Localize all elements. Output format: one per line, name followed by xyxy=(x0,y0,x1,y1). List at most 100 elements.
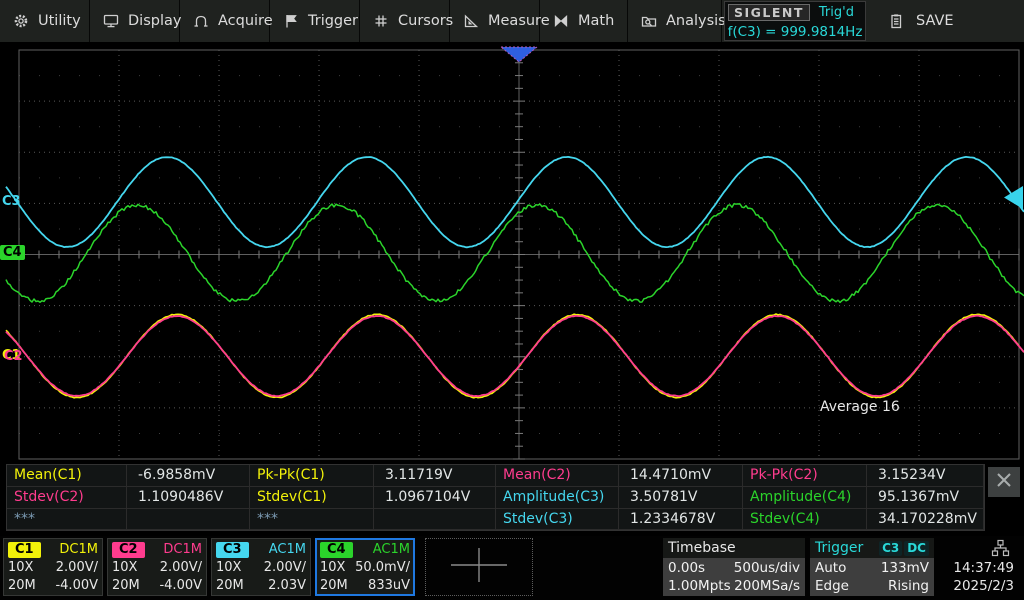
channel-offset: 833uV xyxy=(368,578,410,593)
channel-offset-marker-c2[interactable]: C2 xyxy=(4,349,23,364)
clock-time: 14:37:49 xyxy=(953,560,1014,576)
measurement-label: Stdev(C1) xyxy=(250,487,374,509)
clock-date: 2025/2/3 xyxy=(953,578,1014,594)
trigger-mode: Auto xyxy=(815,560,846,576)
channel-coupling: AC1M xyxy=(373,542,410,557)
display-icon xyxy=(103,13,119,29)
trigger-state-indicator: Trig'd xyxy=(819,5,854,20)
timebase-sample-rate: 200MSa/s xyxy=(734,578,800,594)
waveform-c1 xyxy=(6,314,1024,398)
timebase-scale: 500us/div xyxy=(734,560,800,576)
trigger-coupling-chip: DC xyxy=(904,541,929,556)
channel-probe: 10X xyxy=(112,560,137,575)
menu-item-analysis[interactable]: Analysis xyxy=(628,0,722,42)
add-channel-slot[interactable] xyxy=(425,538,533,596)
timebase-delay: 0.00s xyxy=(668,560,705,576)
math-icon xyxy=(553,13,569,29)
trigger-slope: Rising xyxy=(888,578,929,594)
measurement-value: 95.1367mV xyxy=(867,487,984,509)
channel-bandwidth: 20M xyxy=(8,578,36,593)
channel-bandwidth: 20M xyxy=(112,578,140,593)
channel-probe: 10X xyxy=(216,560,241,575)
timebase-panel[interactable]: Timebase 0.00s 500us/div 1.00Mpts 200MSa… xyxy=(663,538,805,596)
menu-item-label: Acquire xyxy=(218,13,273,29)
measure-icon xyxy=(463,13,479,29)
channel-probe: 10X xyxy=(8,560,33,575)
trigger-type: Edge xyxy=(815,578,849,594)
channel-coupling: AC1M xyxy=(269,542,306,557)
menu-item-label: Display xyxy=(128,13,181,29)
channel-badge: C4 xyxy=(320,542,353,558)
channel-bandwidth: 20M xyxy=(320,578,348,593)
network-icon[interactable] xyxy=(991,539,1010,558)
measurement-label: Amplitude(C4) xyxy=(743,487,867,509)
measurement-value: -6.9858mV xyxy=(127,465,250,487)
trigger-level-marker[interactable] xyxy=(1004,186,1023,209)
gear-icon xyxy=(13,13,29,29)
menu-item-measure[interactable]: Measure xyxy=(450,0,540,42)
measurement-label: *** xyxy=(7,509,127,530)
menu-item-label: Math xyxy=(578,13,614,29)
menu-item-math[interactable]: Math xyxy=(540,0,628,42)
measurement-label: Mean(C1) xyxy=(7,465,127,487)
timebase-memory-depth: 1.00Mpts xyxy=(668,578,731,594)
channel-badge: C3 xyxy=(216,542,249,558)
menu-item-display[interactable]: Display xyxy=(90,0,180,42)
menu-item-trigger[interactable]: Trigger xyxy=(270,0,360,42)
trigger-panel[interactable]: Trigger C3 DC Auto 133mV Edge Rising xyxy=(810,538,934,596)
timebase-title: Timebase xyxy=(668,540,736,556)
measurement-label: Stdev(C3) xyxy=(496,509,619,530)
measurement-label: Stdev(C4) xyxy=(743,509,867,530)
trigger-position-marker[interactable] xyxy=(501,47,537,62)
save-button-label: SAVE xyxy=(916,13,954,29)
plus-crosshair-icon xyxy=(447,545,511,589)
save-icon xyxy=(888,13,904,29)
measurement-label: Pk-Pk(C1) xyxy=(250,465,374,487)
oscilloscope-screen: Utility Display Acquire Trigger Cursors xyxy=(0,0,1024,600)
trigger-flag-icon xyxy=(283,13,299,29)
menu-item-cursors[interactable]: Cursors xyxy=(360,0,450,42)
measurement-value: 14.4710mV xyxy=(619,465,743,487)
menu-bar: Utility Display Acquire Trigger Cursors xyxy=(0,0,1024,42)
measurement-value: 3.15234V xyxy=(867,465,984,487)
measurement-panel[interactable]: Mean(C1) -6.9858mV Pk-Pk(C1) 3.11719V Me… xyxy=(6,464,985,531)
trigger-level: 133mV xyxy=(881,560,929,576)
channel-box-c1[interactable]: C1 DC1M 10X 2.00V/ 20M -4.00V xyxy=(3,538,103,596)
channel-box-c3[interactable]: C3 AC1M 10X 2.00V/ 20M 2.03V xyxy=(211,538,311,596)
waveform-display[interactable]: C3 C4 C1 C2 Average 16 xyxy=(0,42,1024,462)
clock-block: 14:37:49 2025/2/3 xyxy=(938,538,1022,596)
acquisition-mode-label: Average 16 xyxy=(820,399,900,415)
measurement-value: 3.50781V xyxy=(619,487,743,509)
measurement-label: Pk-Pk(C2) xyxy=(743,465,867,487)
channel-coupling: DC1M xyxy=(163,542,202,557)
measurement-label: Amplitude(C3) xyxy=(496,487,619,509)
channel-box-c4[interactable]: C4 AC1M 10X 50.0mV/ 20M 833uV xyxy=(315,538,415,596)
close-icon xyxy=(995,471,1013,493)
channel-bandwidth: 20M xyxy=(216,578,244,593)
measurement-label: Mean(C2) xyxy=(496,465,619,487)
siglent-logo: SIGLENT xyxy=(728,4,810,21)
channel-offset: 2.03V xyxy=(268,578,306,593)
measurement-value: 1.1090486V xyxy=(127,487,250,509)
channel-badge: C1 xyxy=(8,542,41,558)
menu-item-acquire[interactable]: Acquire xyxy=(180,0,270,42)
channel-box-c2[interactable]: C2 DC1M 10X 2.00V/ 20M -4.00V xyxy=(107,538,207,596)
measurement-value xyxy=(127,509,250,530)
waveform-c3 xyxy=(6,157,1024,248)
menu-item-label: Analysis xyxy=(666,13,726,29)
channel-scale: 2.00V/ xyxy=(56,560,98,575)
channel-offset-marker-c4[interactable]: C4 xyxy=(0,245,25,260)
save-button[interactable]: SAVE xyxy=(868,0,1024,42)
trigger-status-box: SIGLENT Trig'd f(C3) = 999.9814Hz xyxy=(724,1,866,41)
menu-item-utility[interactable]: Utility xyxy=(0,0,90,42)
measurement-panel-close-button[interactable] xyxy=(988,467,1020,497)
analysis-icon xyxy=(641,13,657,29)
measurement-value: 34.170228mV xyxy=(867,509,984,530)
trigger-source-chip: C3 xyxy=(879,541,902,556)
channel-scale: 2.00V/ xyxy=(264,560,306,575)
channel-probe: 10X xyxy=(320,560,345,575)
acquire-icon xyxy=(193,13,209,29)
cursors-icon xyxy=(373,13,389,29)
channel-offset: -4.00V xyxy=(55,578,98,593)
channel-offset-marker-c3[interactable]: C3 xyxy=(2,194,21,209)
